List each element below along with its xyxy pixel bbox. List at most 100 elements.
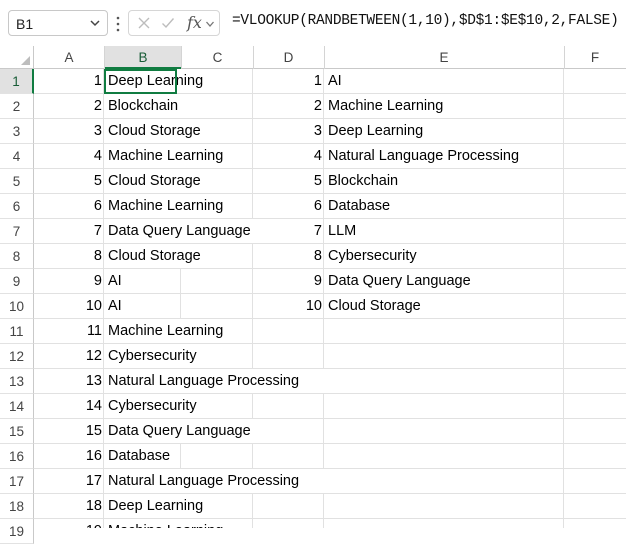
row-header-18[interactable]: 18 bbox=[0, 494, 34, 519]
cell-b12[interactable]: Cybersecurity bbox=[108, 344, 324, 369]
cell-b2[interactable]: Blockchain bbox=[108, 94, 252, 119]
cell-d1[interactable]: 1 bbox=[253, 69, 322, 94]
column-header-d[interactable]: D bbox=[253, 46, 324, 69]
worksheet-grid[interactable]: 1 Deep Learning 1 AI 2 Blockchain 2 Machine Lea… bbox=[34, 69, 626, 528]
cell-a15[interactable]: 15 bbox=[34, 419, 102, 444]
cell-e8[interactable]: Cybersecurity bbox=[328, 244, 417, 269]
cell-d10[interactable]: 10 bbox=[253, 294, 322, 319]
row-header-17[interactable]: 17 bbox=[0, 469, 34, 494]
column-header-e[interactable]: E bbox=[324, 46, 564, 69]
row-header-3[interactable]: 3 bbox=[0, 119, 34, 144]
cell-a19[interactable]: 19 bbox=[34, 519, 102, 528]
cell-b15[interactable]: Data Query Language bbox=[108, 419, 324, 444]
cell-a8[interactable]: 8 bbox=[34, 244, 102, 269]
gridline-vertical bbox=[103, 69, 104, 528]
cell-b4[interactable]: Machine Learning bbox=[108, 144, 252, 169]
cell-d6[interactable]: 6 bbox=[253, 194, 322, 219]
row-header-2[interactable]: 2 bbox=[0, 94, 34, 119]
cell-e2[interactable]: Machine Learning bbox=[328, 94, 443, 119]
cell-e10[interactable]: Cloud Storage bbox=[328, 294, 421, 319]
column-divider bbox=[181, 46, 182, 69]
more-options-icon[interactable] bbox=[115, 14, 121, 34]
cell-a6[interactable]: 6 bbox=[34, 194, 102, 219]
row-header-9[interactable]: 9 bbox=[0, 269, 34, 294]
row-header-5[interactable]: 5 bbox=[0, 169, 34, 194]
enter-check-icon[interactable] bbox=[161, 16, 175, 30]
row-header-4[interactable]: 4 bbox=[0, 144, 34, 169]
cell-a14[interactable]: 14 bbox=[34, 394, 102, 419]
column-divider bbox=[564, 46, 565, 69]
cell-e9[interactable]: Data Query Language bbox=[328, 269, 471, 294]
chevron-down-icon[interactable] bbox=[89, 17, 101, 29]
cell-a11[interactable]: 11 bbox=[34, 319, 102, 344]
row-header-15[interactable]: 15 bbox=[0, 419, 34, 444]
row-header-6[interactable]: 6 bbox=[0, 194, 34, 219]
cell-e6[interactable]: Database bbox=[328, 194, 390, 219]
cell-e7[interactable]: LLM bbox=[328, 219, 356, 244]
cell-a18[interactable]: 18 bbox=[34, 494, 102, 519]
row-header-19[interactable]: 19 bbox=[0, 519, 34, 544]
select-all-button[interactable] bbox=[0, 46, 34, 69]
cell-a12[interactable]: 12 bbox=[34, 344, 102, 369]
cell-b19[interactable]: Machine Learning bbox=[108, 519, 324, 528]
cell-a4[interactable]: 4 bbox=[34, 144, 102, 169]
cell-b14[interactable]: Cybersecurity bbox=[108, 394, 324, 419]
column-header-c[interactable]: C bbox=[182, 46, 253, 69]
cell-b11[interactable]: Machine Learning bbox=[108, 319, 324, 344]
row-header-8[interactable]: 8 bbox=[0, 244, 34, 269]
column-header-a[interactable]: A bbox=[34, 46, 104, 69]
cell-d8[interactable]: 8 bbox=[253, 244, 322, 269]
cell-b9[interactable]: AI bbox=[108, 269, 252, 294]
row-header-11[interactable]: 11 bbox=[0, 319, 34, 344]
cell-a16[interactable]: 16 bbox=[34, 444, 102, 469]
column-divider bbox=[104, 46, 105, 69]
cell-a3[interactable]: 3 bbox=[34, 119, 102, 144]
row-header-1[interactable]: 1 bbox=[0, 69, 34, 94]
cell-b13[interactable]: Natural Language Processing bbox=[108, 369, 324, 394]
cell-d5[interactable]: 5 bbox=[253, 169, 322, 194]
row-header-12[interactable]: 12 bbox=[0, 344, 34, 369]
cell-b17[interactable]: Natural Language Processing bbox=[108, 469, 324, 494]
chevron-down-icon[interactable] bbox=[205, 19, 215, 29]
cell-b8[interactable]: Cloud Storage bbox=[108, 244, 252, 269]
cell-a2[interactable]: 2 bbox=[34, 94, 102, 119]
cell-e5[interactable]: Blockchain bbox=[328, 169, 398, 194]
cell-a17[interactable]: 17 bbox=[34, 469, 102, 494]
cell-b10[interactable]: AI bbox=[108, 294, 252, 319]
name-box[interactable]: B1 bbox=[8, 10, 108, 36]
row-header-14[interactable]: 14 bbox=[0, 394, 34, 419]
formula-actions: fx bbox=[128, 10, 220, 36]
row-header-16[interactable]: 16 bbox=[0, 444, 34, 469]
cell-a9[interactable]: 9 bbox=[34, 269, 102, 294]
row-header-10[interactable]: 10 bbox=[0, 294, 34, 319]
cell-d4[interactable]: 4 bbox=[253, 144, 322, 169]
cell-a7[interactable]: 7 bbox=[34, 219, 102, 244]
column-header-f[interactable]: F bbox=[564, 46, 626, 69]
cell-e4[interactable]: Natural Language Processing bbox=[328, 144, 519, 169]
formula-input[interactable]: =VLOOKUP(RANDBETWEEN(1,10),$D$1:$E$10,2,… bbox=[232, 13, 619, 29]
cell-d9[interactable]: 9 bbox=[253, 269, 322, 294]
cell-b16[interactable]: Database bbox=[108, 444, 324, 469]
cancel-icon[interactable] bbox=[137, 16, 151, 30]
cell-e3[interactable]: Deep Learning bbox=[328, 119, 423, 144]
cell-e1[interactable]: AI bbox=[328, 69, 342, 94]
column-divider bbox=[324, 46, 325, 69]
row-header-13[interactable]: 13 bbox=[0, 369, 34, 394]
insert-function-icon[interactable]: fx bbox=[187, 13, 202, 32]
cell-a1[interactable]: 1 bbox=[34, 69, 102, 94]
row-header-7[interactable]: 7 bbox=[0, 219, 34, 244]
cell-a13[interactable]: 13 bbox=[34, 369, 102, 394]
name-box-value: B1 bbox=[16, 16, 34, 32]
cell-a10[interactable]: 10 bbox=[34, 294, 102, 319]
cell-b18[interactable]: Deep Learning bbox=[108, 494, 324, 519]
column-header-b[interactable]: B bbox=[104, 46, 182, 69]
cell-b6[interactable]: Machine Learning bbox=[108, 194, 252, 219]
cell-d3[interactable]: 3 bbox=[253, 119, 322, 144]
cell-b3[interactable]: Cloud Storage bbox=[108, 119, 252, 144]
cell-b5[interactable]: Cloud Storage bbox=[108, 169, 252, 194]
cell-d2[interactable]: 2 bbox=[253, 94, 322, 119]
cell-a5[interactable]: 5 bbox=[34, 169, 102, 194]
cell-b1[interactable]: Deep Learning bbox=[108, 69, 252, 94]
cell-d7[interactable]: 7 bbox=[253, 219, 322, 244]
cell-b7[interactable]: Data Query Language bbox=[108, 219, 252, 244]
